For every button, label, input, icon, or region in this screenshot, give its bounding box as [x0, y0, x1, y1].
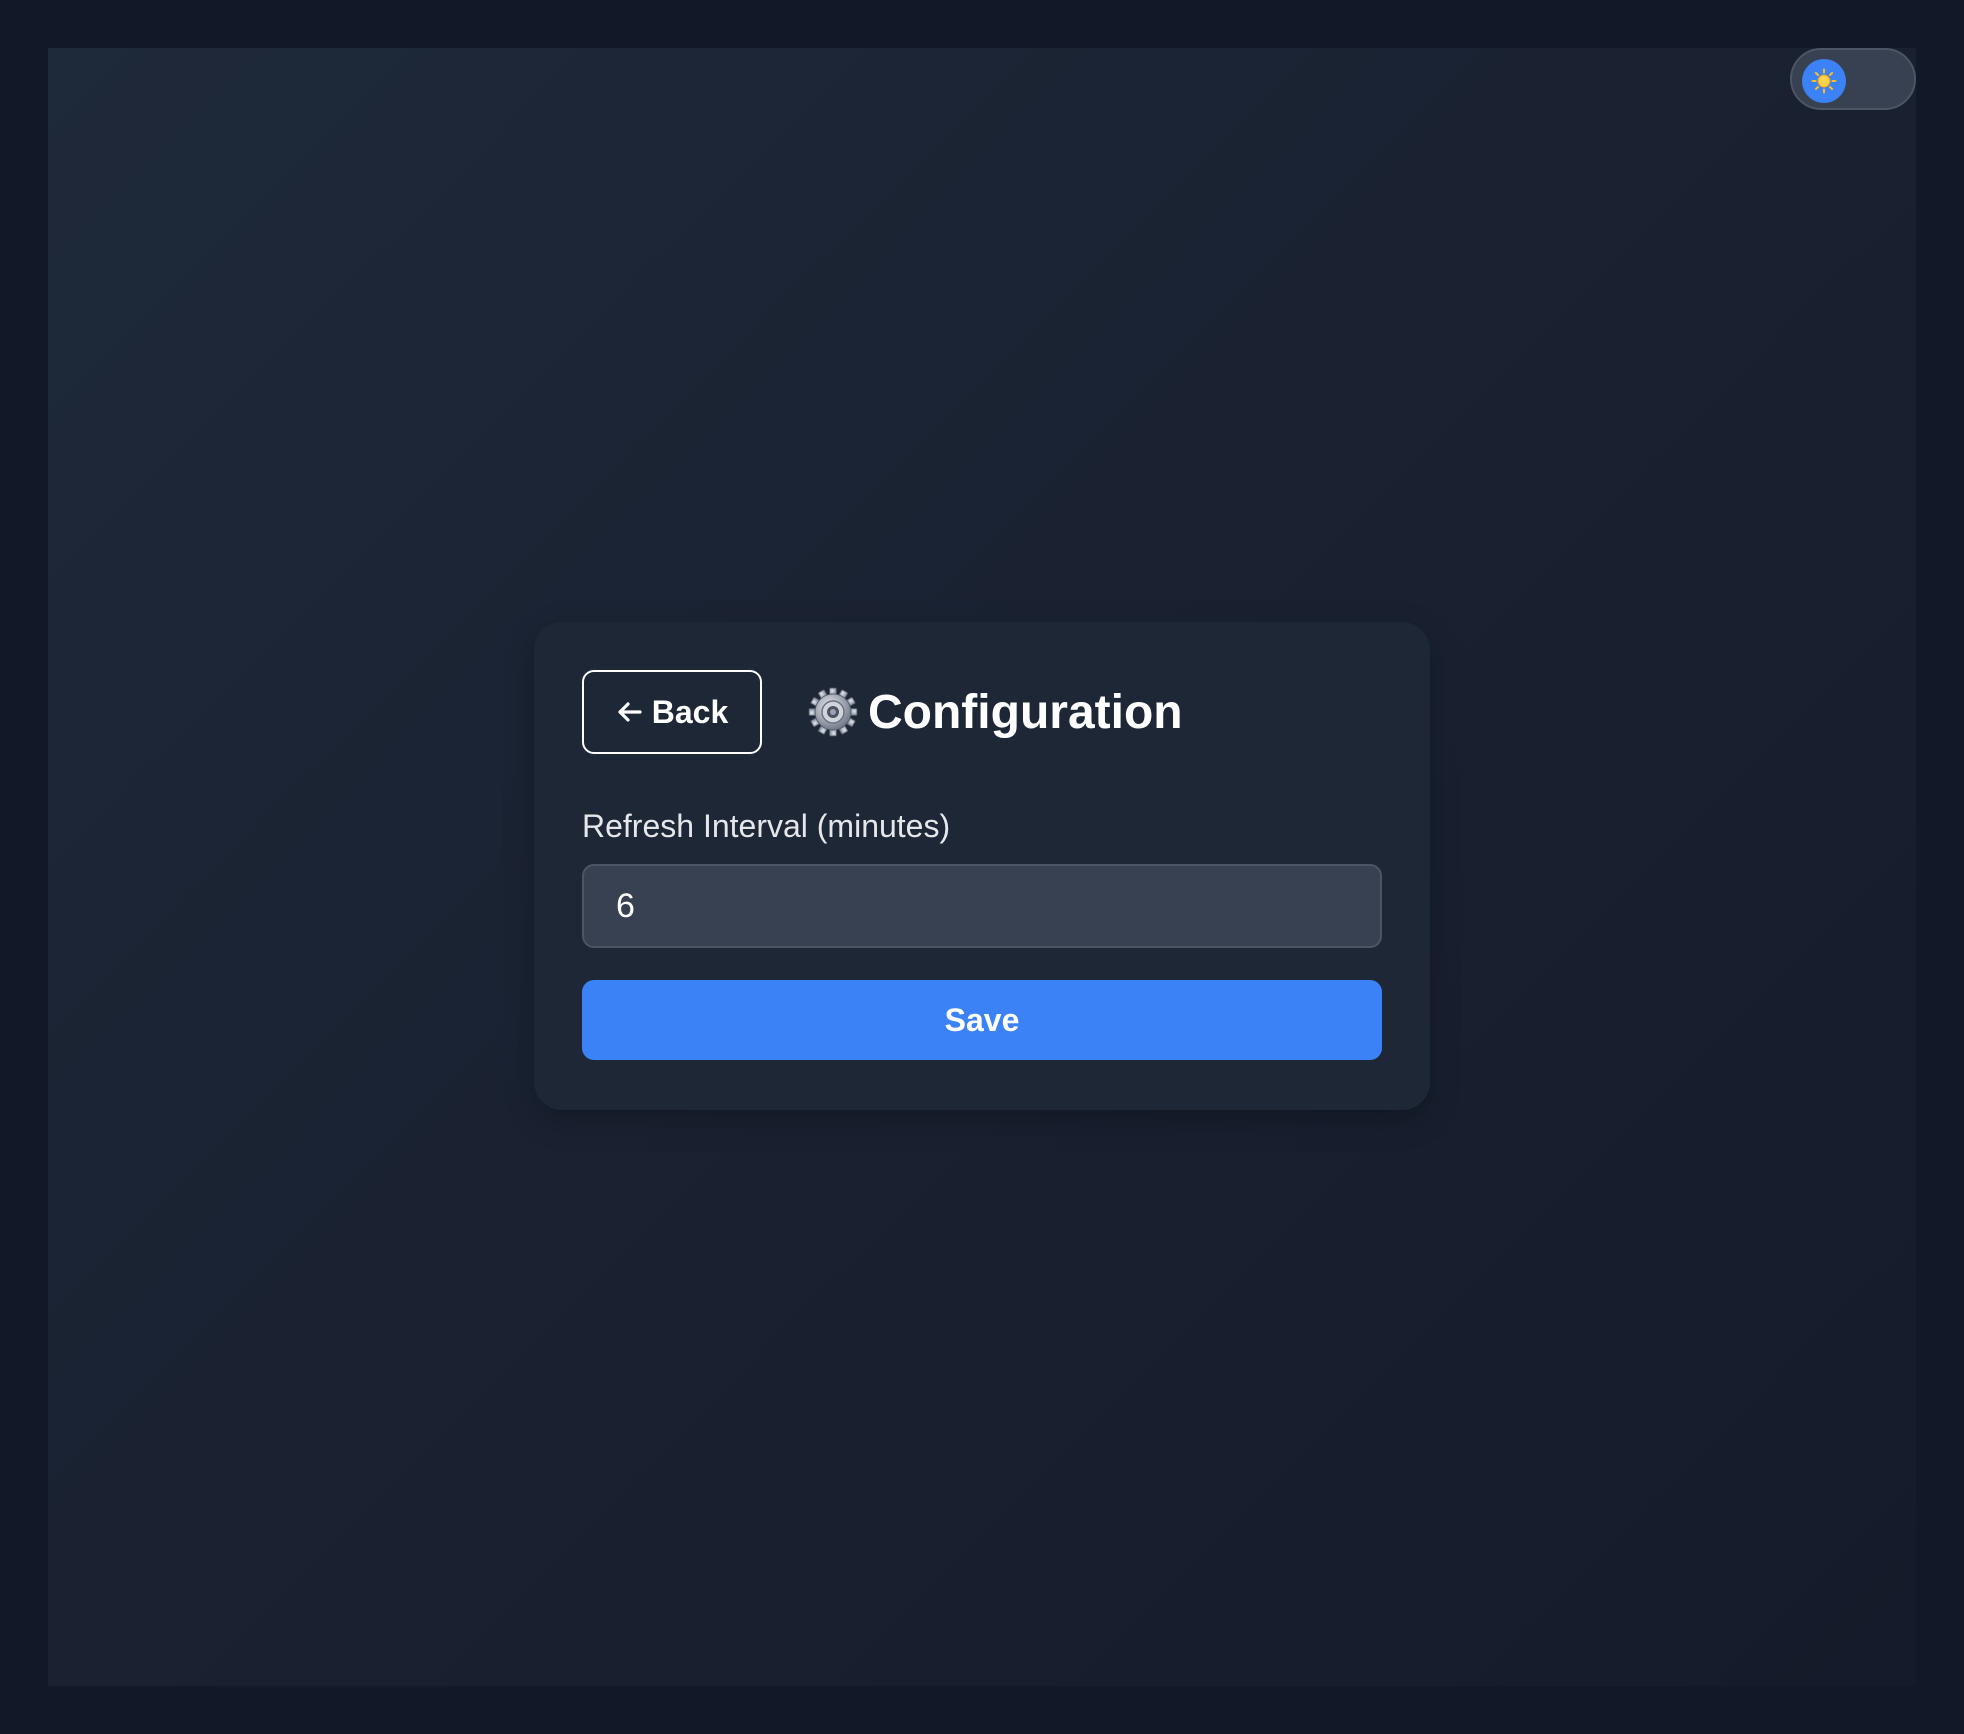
- theme-toggle-knob[interactable]: [1802, 59, 1846, 103]
- gear-icon: [808, 687, 858, 737]
- save-button[interactable]: Save: [582, 980, 1382, 1060]
- refresh-interval-input[interactable]: [582, 864, 1382, 948]
- sun-icon: [1811, 68, 1837, 94]
- configuration-card: Back Configuration Refresh Interval (min…: [534, 622, 1430, 1110]
- arrow-left-icon: [616, 698, 644, 726]
- card-header: Back Configuration: [582, 670, 1183, 754]
- app-container: Back Configuration Refresh Interval (min…: [48, 48, 1916, 1686]
- theme-toggle[interactable]: [1790, 48, 1916, 110]
- back-button-label: Back: [651, 693, 729, 730]
- page-title: Configuration: [808, 685, 1183, 740]
- page-title-text: Configuration: [868, 685, 1183, 739]
- refresh-interval-label: Refresh Interval (minutes): [582, 808, 951, 844]
- back-button[interactable]: Back: [582, 670, 762, 754]
